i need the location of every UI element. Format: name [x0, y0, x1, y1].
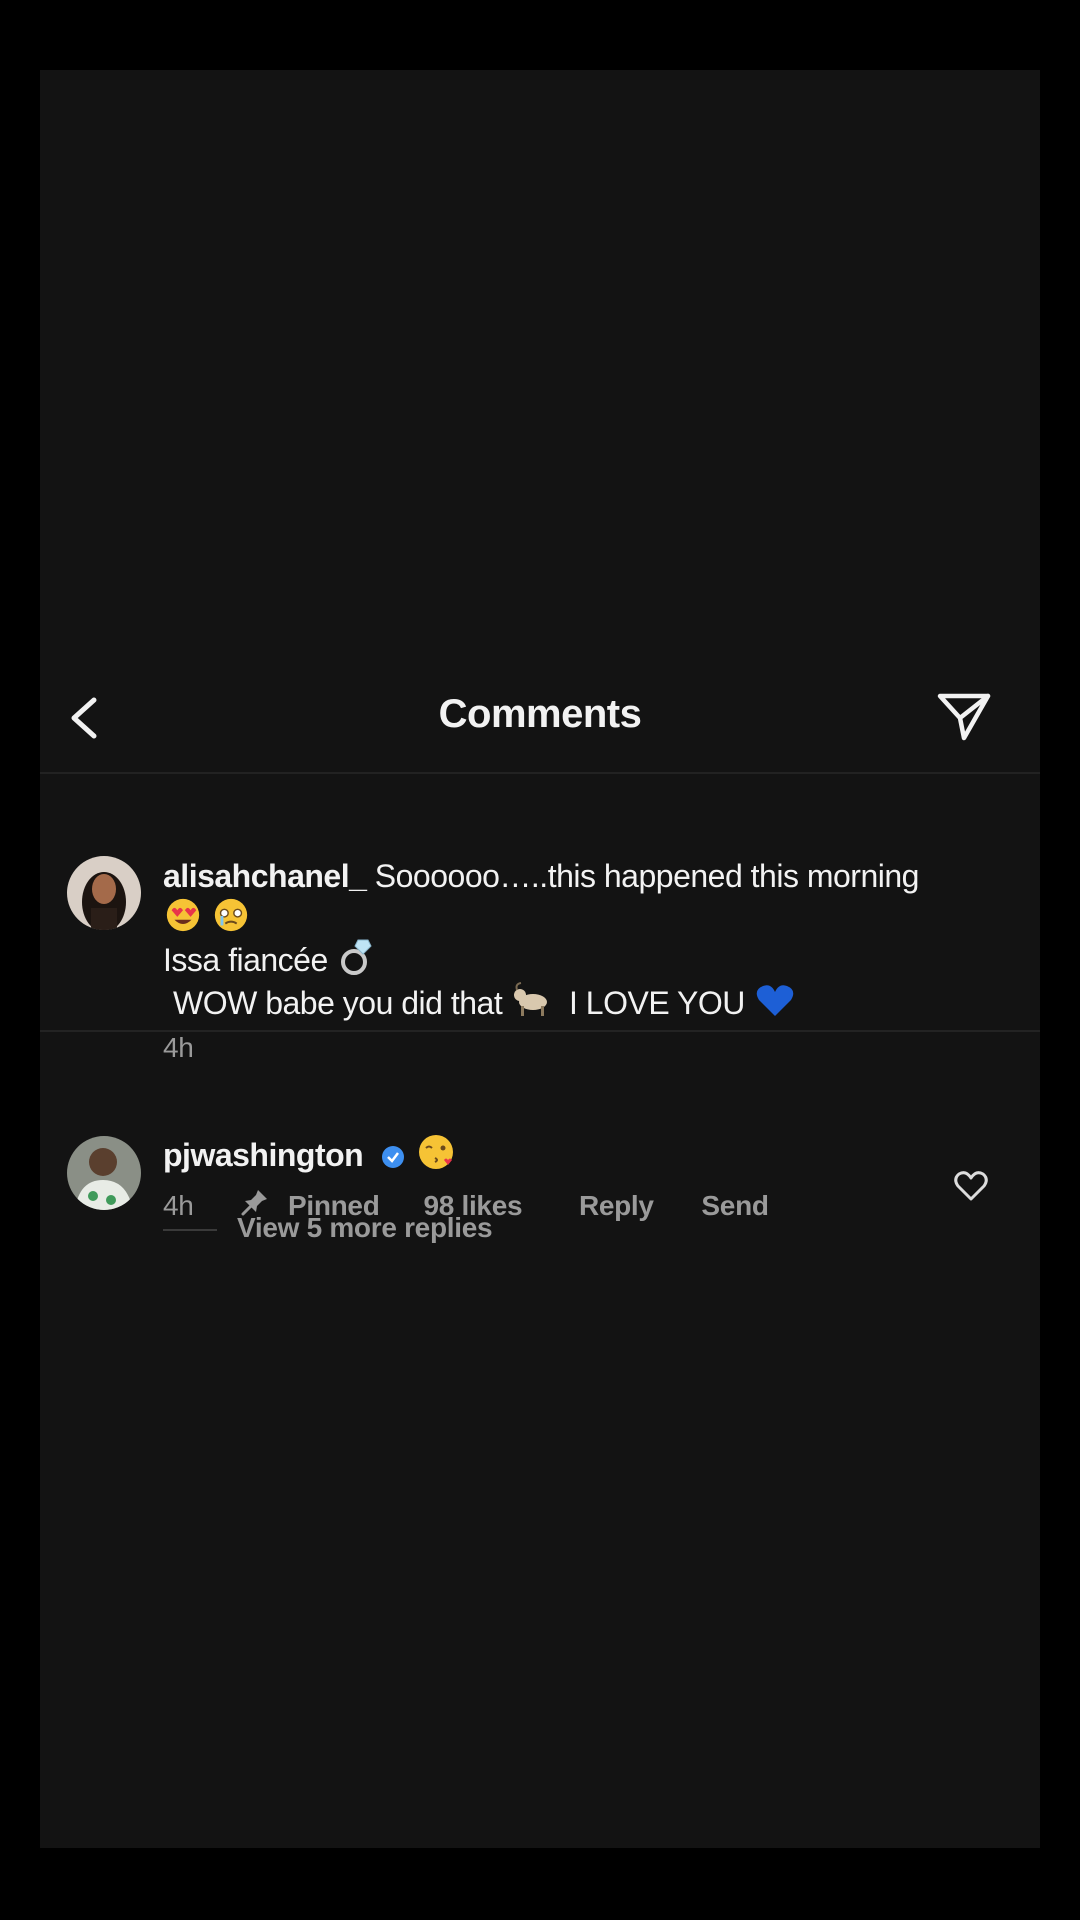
send-button[interactable]: Send [701, 1190, 769, 1222]
avatar[interactable] [67, 856, 141, 930]
crying-face-emoji [215, 898, 248, 932]
comments-screen: Comments alisahchanel_ Soooooo…..this ha… [40, 70, 1040, 1848]
reply-button[interactable]: Reply [579, 1190, 694, 1222]
verified-badge-icon [381, 1146, 404, 1168]
kissing-face-emoji [418, 1135, 453, 1169]
avatar[interactable] [67, 1136, 141, 1210]
header-bar: Comments [40, 668, 1040, 774]
like-button[interactable] [953, 1168, 989, 1204]
goat-emoji [513, 982, 547, 1016]
share-button[interactable] [934, 688, 994, 746]
heart-outline-icon [954, 1171, 988, 1201]
caption-line-1: Soooooo…..this happened this morning [374, 858, 920, 894]
caption-text: alisahchanel_ Soooooo…..this happened th… [163, 856, 1023, 1023]
ring-emoji [341, 939, 372, 975]
caption-username[interactable]: alisahchanel_ [163, 858, 367, 894]
page-title: Comments [438, 692, 642, 736]
view-more-replies-button[interactable]: View 5 more replies [163, 1212, 493, 1252]
caption-emoji-line [163, 896, 1023, 937]
comment-header: pjwashington [163, 1132, 458, 1175]
paper-plane-icon [937, 693, 991, 741]
view-replies-label: View 5 more replies [237, 1212, 493, 1243]
pinned-comment: pjwashington 4h Pinned 98 likes Reply Se… [40, 1032, 1040, 1232]
replies-divider [163, 1228, 217, 1231]
post-caption: alisahchanel_ Soooooo…..this happened th… [40, 774, 1040, 1063]
caption-line-3: Issa fiancée [163, 942, 328, 978]
blue-heart-emoji [756, 985, 794, 1016]
heart-eyes-emoji [166, 898, 200, 932]
comment-username[interactable]: pjwashington [163, 1137, 364, 1173]
caption-line-4b: I LOVE YOU [569, 985, 745, 1021]
caption-line-4a: WOW babe you did that [173, 985, 503, 1021]
